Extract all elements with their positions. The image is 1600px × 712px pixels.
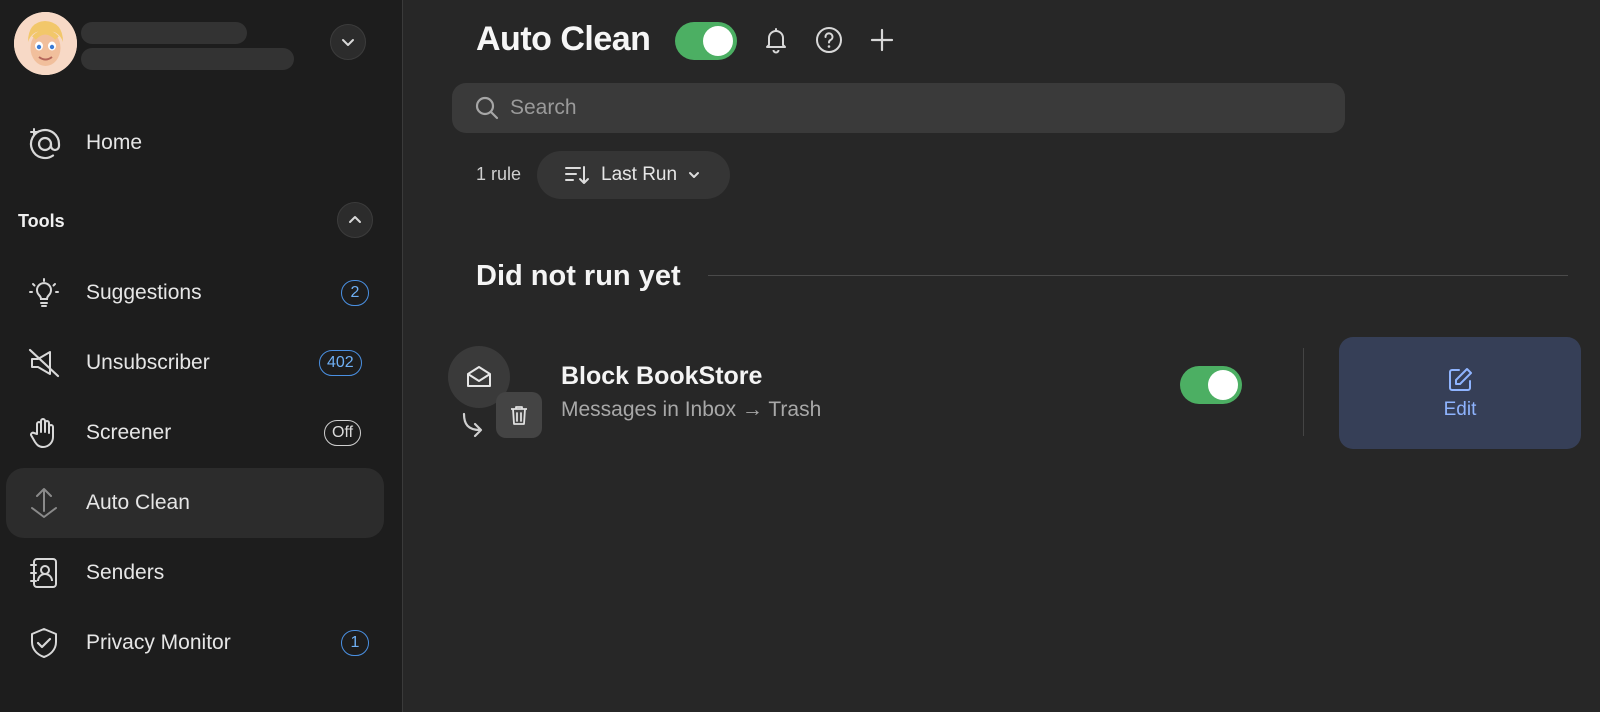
collapse-tools-button[interactable] bbox=[337, 202, 373, 238]
sidebar-item-label: Senders bbox=[86, 561, 165, 584]
contact-book-icon bbox=[26, 555, 62, 591]
plus-icon[interactable] bbox=[866, 24, 898, 56]
count-badge: 2 bbox=[341, 280, 369, 306]
chevron-down-icon bbox=[342, 39, 354, 46]
sidebar-item-label: Screener bbox=[86, 421, 172, 444]
sidebar-item-label: Home bbox=[86, 131, 143, 154]
edit-rule-button[interactable]: Edit bbox=[1339, 337, 1581, 449]
main-content: Auto Clean 1 rule Last Run Did not run y… bbox=[404, 0, 1600, 712]
count-badge: 402 bbox=[319, 350, 362, 376]
search-bar bbox=[452, 83, 1345, 133]
sort-button[interactable]: Last Run bbox=[537, 151, 730, 199]
sidebar-item-label: Auto Clean bbox=[86, 491, 190, 514]
rule-count: 1 rule bbox=[476, 164, 522, 184]
sidebar-item-senders[interactable]: Senders bbox=[6, 538, 384, 608]
sidebar-item-screener[interactable]: Screener Off bbox=[6, 398, 384, 468]
count-badge: 1 bbox=[341, 630, 369, 656]
page-title: Auto Clean bbox=[476, 20, 651, 58]
account-email-placeholder bbox=[81, 48, 294, 70]
sidebar-item-privacy-monitor[interactable]: Privacy Monitor 1 bbox=[6, 608, 384, 678]
edit-icon bbox=[1449, 368, 1472, 391]
chevron-up-icon bbox=[349, 216, 361, 223]
sidebar-item-label: Privacy Monitor bbox=[86, 631, 231, 654]
sidebar: Home Tools Suggestions 2 Unsubscriber 40… bbox=[0, 0, 403, 712]
sidebar-item-suggestions[interactable]: Suggestions 2 bbox=[6, 258, 384, 328]
edit-label: Edit bbox=[1443, 399, 1477, 420]
auto-clean-toggle[interactable] bbox=[675, 22, 737, 60]
sidebar-item-home[interactable]: Home bbox=[6, 108, 384, 178]
bell-icon[interactable] bbox=[760, 24, 792, 56]
status-badge: Off bbox=[324, 420, 362, 446]
lightbulb-icon bbox=[26, 275, 62, 311]
rule-description: Messages in Inbox → Trash bbox=[561, 398, 822, 421]
avatar[interactable] bbox=[14, 12, 77, 75]
divider bbox=[708, 275, 1568, 276]
account-switcher[interactable] bbox=[14, 12, 394, 76]
sort-label: Last Run bbox=[601, 164, 678, 185]
curved-arrow-icon bbox=[462, 412, 483, 438]
account-menu-button[interactable] bbox=[330, 24, 366, 60]
at-sign-icon bbox=[26, 125, 62, 161]
rule-name: Block BookStore bbox=[561, 362, 763, 390]
sidebar-item-auto-clean[interactable]: Auto Clean bbox=[6, 468, 384, 538]
sidebar-item-label: Unsubscriber bbox=[86, 351, 210, 374]
sidebar-item-label: Suggestions bbox=[86, 281, 202, 304]
app-window: Home Tools Suggestions 2 Unsubscriber 40… bbox=[0, 0, 1600, 712]
chevron-down-icon bbox=[689, 172, 699, 178]
search-input[interactable] bbox=[510, 83, 1310, 133]
search-icon bbox=[475, 96, 499, 120]
group-title: Did not run yet bbox=[476, 260, 681, 292]
help-icon[interactable] bbox=[813, 24, 845, 56]
shield-check-icon bbox=[26, 625, 62, 661]
section-title-tools: Tools bbox=[18, 211, 65, 231]
muted-megaphone-icon bbox=[26, 345, 62, 381]
account-name-placeholder bbox=[81, 22, 247, 44]
rule-toggle[interactable] bbox=[1180, 366, 1242, 404]
sort-icon bbox=[565, 166, 589, 184]
auto-clean-icon bbox=[26, 485, 62, 521]
sidebar-item-unsubscriber[interactable]: Unsubscriber 402 bbox=[6, 328, 384, 398]
trash-icon bbox=[496, 392, 542, 438]
hand-icon bbox=[26, 415, 62, 451]
divider bbox=[1303, 348, 1304, 436]
